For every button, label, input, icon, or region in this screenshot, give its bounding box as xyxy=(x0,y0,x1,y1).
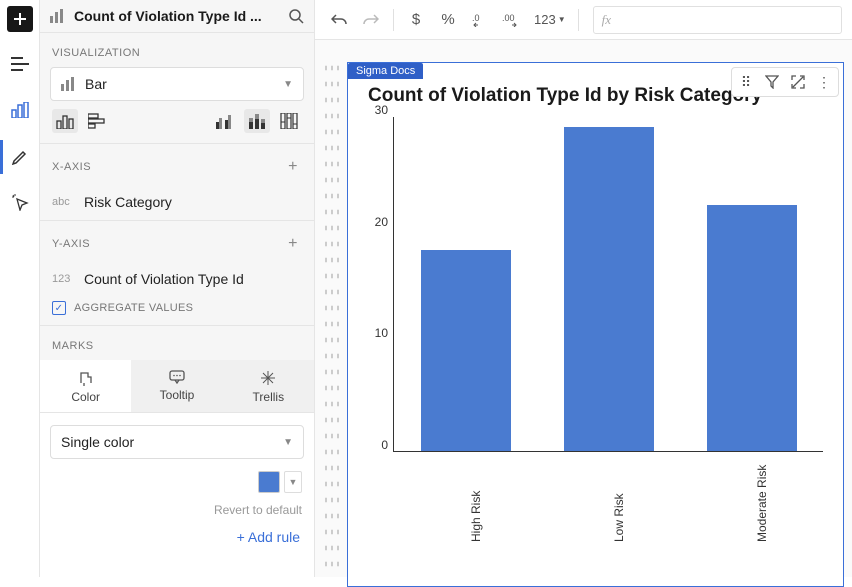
color-mode-label: Single color xyxy=(61,434,283,450)
drag-handle-icon[interactable]: ⠿ xyxy=(734,70,758,94)
color-mode-dropdown[interactable]: Single color ▼ xyxy=(50,425,304,459)
y-tick: 0 xyxy=(358,438,388,452)
svg-text:.00: .00 xyxy=(502,13,515,23)
bar-icon xyxy=(61,77,77,91)
tab-trellis-label: Trellis xyxy=(253,390,285,404)
fx-prefix: fx xyxy=(602,12,611,28)
sidebar-header: Count of Violation Type Id ... xyxy=(40,0,314,33)
chevron-down-icon: ▼ xyxy=(283,437,293,448)
filter-icon[interactable] xyxy=(760,70,784,94)
x-axis-section: X-AXIS + xyxy=(40,144,314,184)
add-x-field[interactable]: + xyxy=(284,158,302,176)
svg-text:.0: .0 xyxy=(472,13,480,23)
subtype-vertical-bar[interactable] xyxy=(52,109,78,133)
y-field-name: Count of Violation Type Id xyxy=(84,271,244,287)
canvas: Sigma Docs ⠿ ⋮ Count of Violation Type I… xyxy=(315,40,852,577)
cursor-sparkle-icon[interactable] xyxy=(6,188,34,216)
percent-button[interactable]: % xyxy=(434,6,462,34)
num-label: 123 xyxy=(534,12,556,27)
y-axis-label: Y-AXIS xyxy=(52,238,90,250)
marks-tabs: Color Tooltip Trellis xyxy=(40,360,314,413)
bar[interactable] xyxy=(707,205,797,451)
tab-color-label: Color xyxy=(71,390,100,404)
y-axis: 0102030 xyxy=(358,117,388,452)
subtype-full-stacked[interactable] xyxy=(276,109,302,133)
visualization-frame[interactable]: Sigma Docs ⠿ ⋮ Count of Violation Type I… xyxy=(347,62,844,587)
undo-button[interactable] xyxy=(325,6,353,34)
marks-section-label: MARKS xyxy=(40,326,314,360)
sidebar-title: Count of Violation Type Id ... xyxy=(74,8,280,24)
tab-tooltip[interactable]: Tooltip xyxy=(131,360,222,412)
y-tick: 20 xyxy=(358,215,388,229)
add-button[interactable] xyxy=(7,6,33,32)
y-axis-section: Y-AXIS + xyxy=(40,221,314,261)
x-axis-labels: High Risk Low Risk Moderate Risk xyxy=(393,462,823,552)
top-toolbar: $ % .0 .00 123 ▼ fx xyxy=(315,0,852,40)
chart-type-dropdown[interactable]: Bar ▼ xyxy=(50,67,304,101)
decrease-decimal-button[interactable]: .0 xyxy=(466,6,494,34)
plot xyxy=(393,117,823,452)
subtype-horizontal-bar[interactable] xyxy=(84,109,110,133)
aggregate-checkbox-row[interactable]: ✓ AGGREGATE VALUES xyxy=(40,297,314,325)
color-swatch-dropdown[interactable]: ▼ xyxy=(284,471,302,493)
bar[interactable] xyxy=(421,250,511,451)
left-rail xyxy=(0,0,40,577)
x-axis-field[interactable]: abc Risk Category xyxy=(40,184,314,220)
tab-tooltip-label: Tooltip xyxy=(160,388,195,402)
element-tag: Sigma Docs xyxy=(348,63,423,79)
x-tick-label: Low Risk xyxy=(612,493,626,542)
subtype-grouped[interactable] xyxy=(212,109,238,133)
subtype-stacked[interactable] xyxy=(244,109,270,133)
x-axis-label: X-AXIS xyxy=(52,161,91,173)
grid-dots xyxy=(323,60,335,567)
search-icon[interactable] xyxy=(288,8,304,24)
checkbox-icon: ✓ xyxy=(52,301,66,315)
formula-input[interactable]: fx xyxy=(593,6,842,34)
tab-color[interactable]: Color xyxy=(40,360,131,412)
field-type-badge: abc xyxy=(52,196,76,208)
viz-toolbar: ⠿ ⋮ xyxy=(731,67,839,97)
x-tick-label: Moderate Risk xyxy=(755,465,769,542)
x-tick-label: High Risk xyxy=(469,491,483,542)
number-format-button[interactable]: 123 ▼ xyxy=(530,6,570,34)
config-sidebar: Count of Violation Type Id ... VISUALIZA… xyxy=(40,0,315,577)
more-icon[interactable]: ⋮ xyxy=(812,70,836,94)
viz-section-label: VISUALIZATION xyxy=(40,33,314,67)
revert-link[interactable]: Revert to default xyxy=(40,497,314,523)
chart-subtype-row xyxy=(40,109,314,143)
color-swatch-row: ▼ xyxy=(40,467,314,497)
redo-button[interactable] xyxy=(357,6,385,34)
bar[interactable] xyxy=(564,127,654,451)
field-type-badge: 123 xyxy=(52,273,76,285)
y-tick: 30 xyxy=(358,103,388,117)
add-y-field[interactable]: + xyxy=(284,235,302,253)
chart-plot-area: 0102030 xyxy=(393,117,823,452)
chart-type-label: Bar xyxy=(85,76,275,92)
aggregate-label: AGGREGATE VALUES xyxy=(74,302,193,314)
tab-trellis[interactable]: Trellis xyxy=(223,360,314,412)
paint-icon[interactable] xyxy=(6,142,34,170)
expand-icon[interactable] xyxy=(786,70,810,94)
list-icon[interactable] xyxy=(6,50,34,78)
currency-button[interactable]: $ xyxy=(402,6,430,34)
increase-decimal-button[interactable]: .00 xyxy=(498,6,526,34)
x-field-name: Risk Category xyxy=(84,194,172,210)
chart-nav-icon[interactable] xyxy=(6,96,34,124)
chevron-down-icon: ▼ xyxy=(283,79,293,90)
add-rule-button[interactable]: + Add rule xyxy=(40,523,314,559)
y-tick: 10 xyxy=(358,326,388,340)
bar-chart-icon xyxy=(50,9,66,23)
y-axis-field[interactable]: 123 Count of Violation Type Id xyxy=(40,261,314,297)
active-indicator xyxy=(0,140,3,174)
grid-dots xyxy=(335,60,341,567)
color-swatch[interactable] xyxy=(258,471,280,493)
